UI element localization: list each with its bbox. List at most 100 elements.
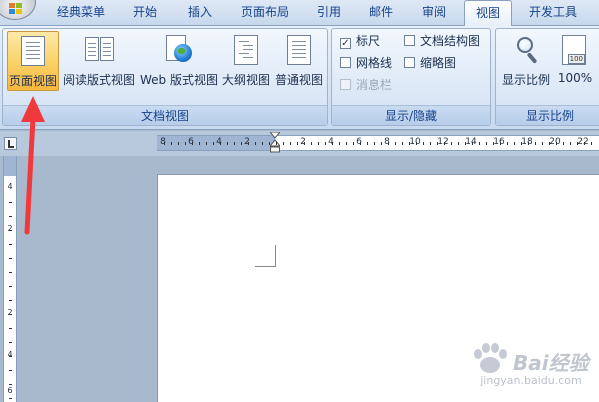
paw-logo-icon <box>474 343 507 373</box>
vertical-ruler[interactable]: 4 2 2 4 6 <box>3 156 17 402</box>
ruler-number: 8 <box>160 137 166 147</box>
ruler-tick <box>9 244 12 245</box>
ruler-tick <box>542 142 543 145</box>
ruler-tick <box>465 142 466 145</box>
print-layout-view-button[interactable]: 页面视图 <box>7 31 59 91</box>
ruler-number: 2 <box>7 224 13 233</box>
ruler-tick <box>164 142 165 145</box>
thumbnails-label: 缩略图 <box>420 56 457 70</box>
tab-insert[interactable]: 插入 <box>176 0 224 26</box>
ruler-number: 2 <box>7 308 13 317</box>
ruler-tick <box>430 142 431 145</box>
show-hide-group: ✓ 标尺 文档结构图 网格线 缩略图 消息栏 显示/隐藏 <box>331 28 491 126</box>
ruler-tick <box>241 142 242 145</box>
ruler-tick <box>584 142 585 145</box>
ruler-number: 6 <box>356 137 362 147</box>
ruler-tick <box>402 142 403 145</box>
ruler-top-margin <box>4 156 16 176</box>
ruler-tick <box>423 142 424 145</box>
ruler-number: 2 <box>244 137 250 147</box>
ruler-tick <box>276 142 277 145</box>
ruler-tick <box>185 142 186 145</box>
draft-view-button[interactable]: 普通视图 <box>273 31 325 91</box>
ruler-bar: 8 6 4 2 2 4 6 8 10 12 14 16 18 20 22 <box>0 131 599 156</box>
show-hide-group-label: 显示/隐藏 <box>332 105 490 125</box>
tab-review[interactable]: 审阅 <box>410 0 458 26</box>
ruler-tick <box>507 142 508 145</box>
ruler-number: 16 <box>493 137 505 147</box>
message-bar-checkbox: 消息栏 <box>340 76 392 94</box>
ruler-checkbox[interactable]: ✓ 标尺 <box>340 32 380 50</box>
ruler-number: 2 <box>300 137 306 147</box>
ruler-tick <box>381 142 382 145</box>
outline-view-button[interactable]: 大纲视图 <box>221 31 271 91</box>
ruler-tick <box>220 142 221 145</box>
ruler-tick <box>304 142 305 145</box>
horizontal-ruler[interactable]: 8 6 4 2 2 4 6 8 10 12 14 16 18 20 22 <box>157 132 599 154</box>
ruler-tick <box>9 356 12 357</box>
ruler-tick <box>192 142 193 145</box>
office-button[interactable] <box>0 0 36 20</box>
outline-label: 大纲视图 <box>221 73 270 87</box>
ruler-tick <box>521 142 522 145</box>
ruler-tick <box>360 142 361 145</box>
tab-developer[interactable]: 开发工具 <box>518 0 588 26</box>
zoom-100-button[interactable]: 100 100% <box>554 31 596 91</box>
ruler-tick <box>9 272 12 273</box>
ruler-check-icon: ✓ <box>340 38 351 49</box>
ruler-checkbox-label: 标尺 <box>356 34 381 48</box>
gridlines-checkbox[interactable]: 网格线 <box>340 54 392 72</box>
ruler-tick <box>9 398 12 399</box>
thumbnails-checkbox[interactable]: 缩略图 <box>404 54 456 72</box>
tab-home[interactable]: 开始 <box>120 0 170 26</box>
margin-corner-mark <box>255 245 276 267</box>
ruler-tick <box>577 142 578 145</box>
zoom-button[interactable]: 显示比例 <box>498 31 554 91</box>
ruler-tick <box>9 342 12 343</box>
ruler-tick <box>171 142 172 145</box>
ruler-number: 8 <box>384 137 390 147</box>
ruler-number: 4 <box>7 182 13 191</box>
ruler-tick <box>206 142 207 145</box>
web-layout-view-button[interactable]: Web 版式视图 <box>139 31 219 91</box>
full-screen-reading-button[interactable]: 阅读版式视图 <box>61 31 137 91</box>
ruler-tick <box>9 230 12 231</box>
ruler-tick <box>444 142 445 145</box>
indent-marker-icon[interactable] <box>270 132 280 154</box>
ribbon-tab-bar: 经典菜单 开始 插入 页面布局 引用 邮件 审阅 视图 开发工具 <box>0 0 599 27</box>
magnifier-icon <box>515 35 539 65</box>
ruler-tick <box>9 328 12 329</box>
tab-references[interactable]: 引用 <box>306 0 352 26</box>
ruler-number: 6 <box>7 386 13 395</box>
ruler-number: 4 <box>328 137 334 147</box>
ruler-tick <box>283 142 284 145</box>
zoom-group-label: 显示比例 <box>496 105 599 125</box>
tab-page-layout[interactable]: 页面布局 <box>230 0 300 26</box>
open-book-icon <box>85 37 115 63</box>
ruler-tick <box>535 142 536 145</box>
ruler-tick <box>367 142 368 145</box>
zoom-100-label: 100% <box>557 71 593 85</box>
ruler-tick <box>199 142 200 145</box>
zoom-group: 显示比例 100 100% 显示比例 <box>495 28 599 126</box>
ruler-number: 18 <box>521 137 533 147</box>
ruler-number: 4 <box>7 350 13 359</box>
tab-view[interactable]: 视图 <box>464 0 512 27</box>
watermark: Bai经验 jingyan.baidu.com <box>466 340 596 395</box>
ruler-tick <box>9 216 12 217</box>
tab-mailings[interactable]: 邮件 <box>358 0 404 26</box>
office-logo-icon <box>9 3 23 15</box>
ruler-tick <box>528 142 529 145</box>
ruler-tick <box>395 142 396 145</box>
document-map-checkbox[interactable]: 文档结构图 <box>404 32 480 50</box>
ruler-tick <box>227 142 228 145</box>
ruler-tick <box>458 142 459 145</box>
ruler-number: 20 <box>549 137 561 147</box>
ribbon: 页面视图 阅读版式视图 Web 版式视图 大纲视图 普通视图 文档视图 ✓ 标尺… <box>0 26 599 130</box>
ruler-tick <box>234 142 235 145</box>
ruler-tick <box>479 142 480 145</box>
tab-selector-icon[interactable] <box>4 137 17 150</box>
ruler-number: 22 <box>577 137 589 147</box>
tab-classic-menu[interactable]: 经典菜单 <box>48 0 114 26</box>
ruler-tick <box>290 142 291 145</box>
